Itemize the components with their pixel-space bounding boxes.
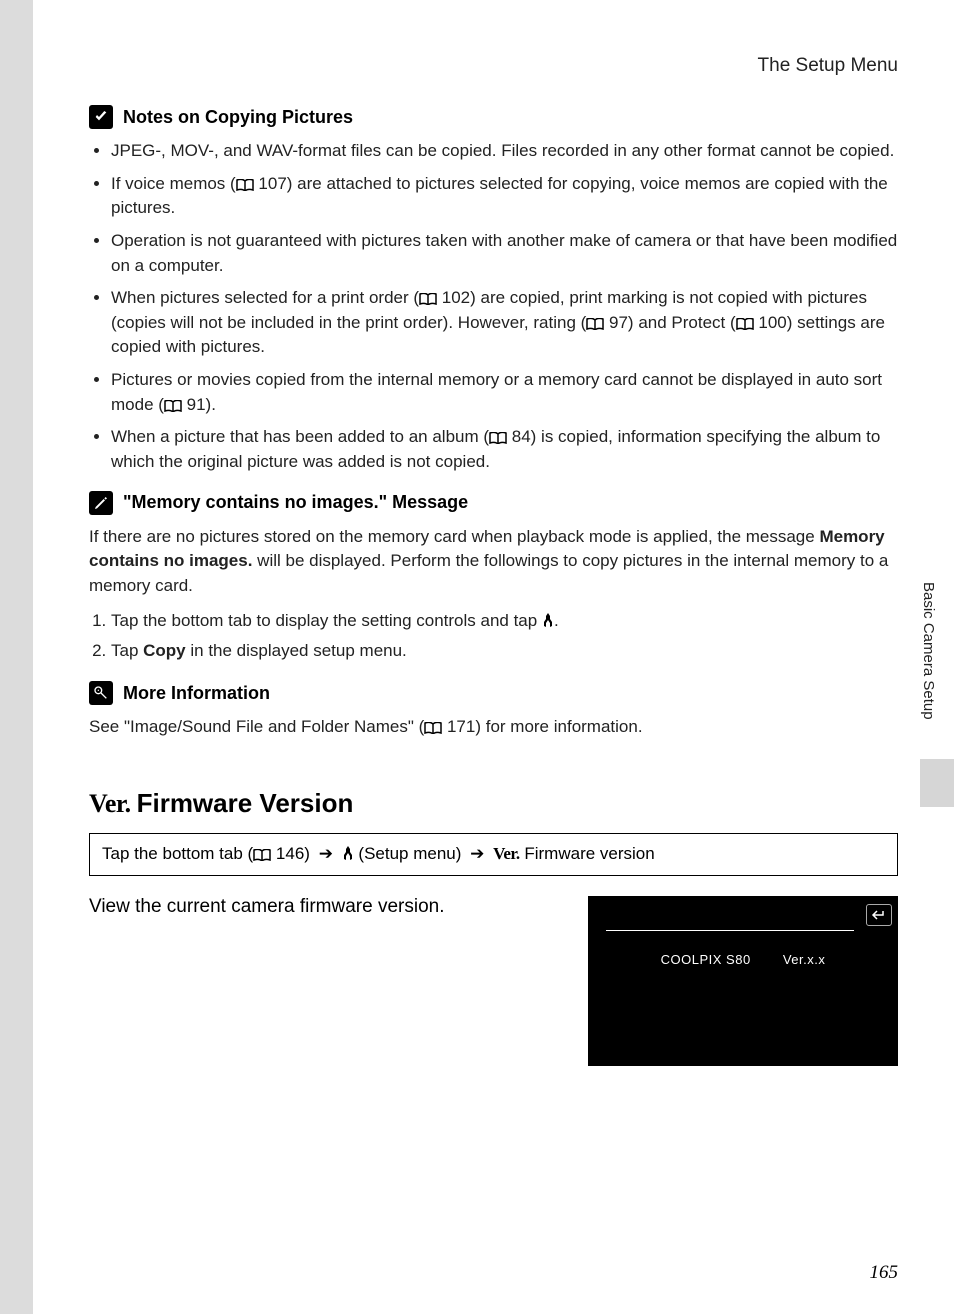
firmware-screen-content: COOLPIX S80 Ver.x.x: [588, 952, 898, 967]
section-notes-title: Notes on Copying Pictures: [89, 105, 898, 129]
firmware-model: COOLPIX S80: [661, 952, 751, 967]
list-item: When a picture that has been added to an…: [111, 425, 898, 474]
memory-steps: Tap the bottom tab to display the settin…: [89, 607, 898, 666]
side-tab-label: Basic Camera Setup: [920, 582, 946, 752]
manual-page: The Setup Menu Notes on Copying Pictures…: [33, 0, 954, 1314]
divider: [606, 930, 854, 931]
check-icon: [89, 105, 113, 129]
back-icon: [866, 904, 892, 926]
page-header: The Setup Menu: [89, 55, 898, 77]
list-item: JPEG-, MOV-, and WAV-format files can be…: [111, 139, 898, 164]
firmware-screen: COOLPIX S80 Ver.x.x: [588, 896, 898, 1066]
firmware-version-value: Ver.x.x: [783, 952, 826, 967]
section-title-text: "Memory contains no images." Message: [123, 492, 468, 513]
step-item: Tap Copy in the displayed setup menu.: [111, 637, 898, 666]
step-item: Tap the bottom tab to display the settin…: [111, 607, 898, 637]
moreinfo-paragraph: See "Image/Sound File and Folder Names" …: [89, 715, 898, 740]
arrow-icon: ➔: [319, 844, 333, 863]
side-tab-marker: [920, 759, 954, 807]
firmware-heading-text: Firmware Version: [137, 788, 354, 819]
book-icon: [586, 318, 604, 330]
memory-paragraph: If there are no pictures stored on the m…: [89, 525, 898, 599]
list-item: If voice memos ( 107) are attached to pi…: [111, 172, 898, 221]
wrench-icon: [542, 608, 554, 637]
firmware-description: View the current camera firmware version…: [89, 896, 568, 918]
section-moreinfo-title: More Information: [89, 681, 898, 705]
info-icon: [89, 681, 113, 705]
firmware-heading: Ver. Firmware Version: [89, 788, 898, 819]
book-icon: [253, 849, 271, 861]
book-icon: [489, 432, 507, 444]
side-tab: Basic Camera Setup: [920, 582, 954, 807]
book-icon: [736, 318, 754, 330]
list-item: Operation is not guaranteed with picture…: [111, 229, 898, 278]
notes-list: JPEG-, MOV-, and WAV-format files can be…: [89, 139, 898, 475]
section-memory-title: "Memory contains no images." Message: [89, 491, 898, 515]
pencil-icon: [89, 491, 113, 515]
section-title-text: Notes on Copying Pictures: [123, 107, 353, 128]
page-number: 165: [870, 1262, 899, 1284]
ver-icon: Ver.: [89, 789, 131, 819]
navigation-path: Tap the bottom tab ( 146) ➔ (Setup menu)…: [89, 833, 898, 876]
book-icon: [236, 179, 254, 191]
ver-icon: Ver.: [493, 844, 520, 863]
wrench-icon: [342, 845, 354, 865]
arrow-icon: ➔: [470, 844, 484, 863]
firmware-row: View the current camera firmware version…: [89, 896, 898, 1066]
list-item: When pictures selected for a print order…: [111, 286, 898, 360]
book-icon: [419, 293, 437, 305]
list-item: Pictures or movies copied from the inter…: [111, 368, 898, 417]
book-icon: [424, 722, 442, 734]
section-title-text: More Information: [123, 683, 270, 704]
book-icon: [164, 400, 182, 412]
